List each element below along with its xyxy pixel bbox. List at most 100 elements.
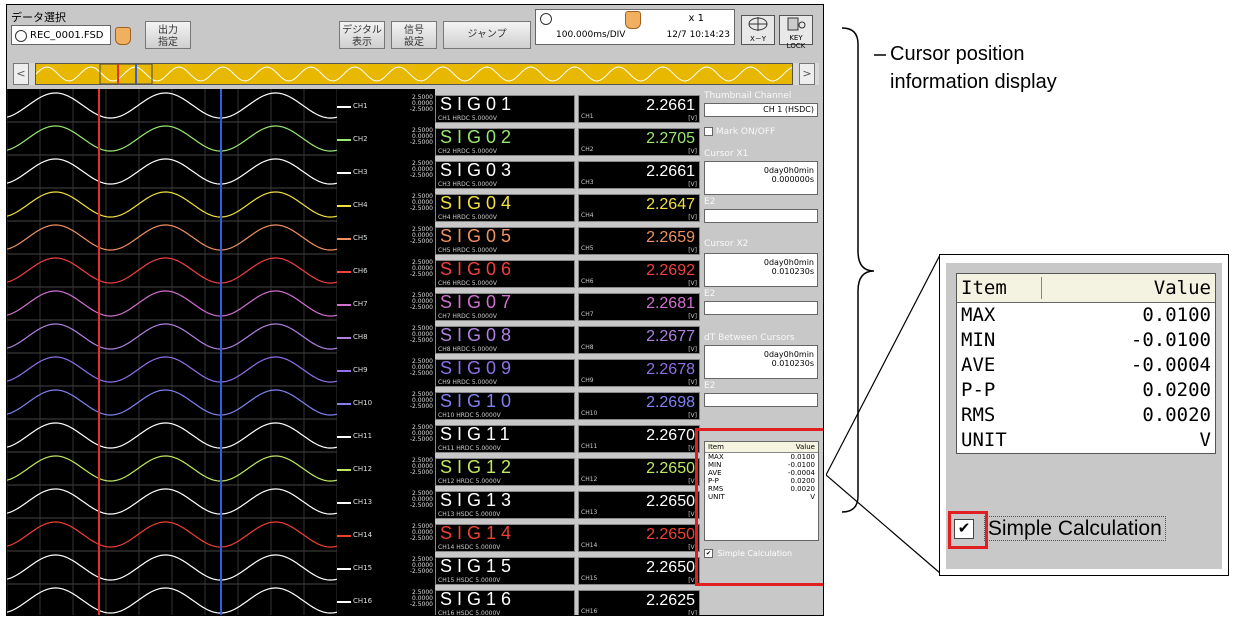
signal-range: CH9 HRDC 5.0000V bbox=[438, 379, 497, 386]
zoom-calc-rows: MAX 0.0100 MIN -0.0100 AVE -0.0004 P-P 0.0200 RM… bbox=[957, 303, 1215, 453]
channel-scale-values: 2.5000 0.0000 -2.5000 bbox=[401, 458, 433, 476]
signal-value-box: 2.2650 CH15 [V] bbox=[578, 557, 700, 585]
channel-scale: CH7 2.5000 0.0000 -2.5000 bbox=[337, 287, 435, 320]
clock-icon bbox=[540, 13, 552, 25]
scale-min: -2.5000 bbox=[409, 469, 433, 476]
channel-label: CH1 bbox=[353, 101, 368, 110]
channel-scale-values: 2.5000 0.0000 -2.5000 bbox=[401, 326, 433, 344]
channel-label: CH6 bbox=[353, 266, 368, 275]
thumbnail-channel-select[interactable]: CH 1 (HSDC) bbox=[704, 103, 818, 117]
signal-name: SIG06 bbox=[440, 259, 517, 279]
zoom-calc-row: UNIT V bbox=[957, 428, 1215, 453]
signal-name: SIG10 bbox=[440, 391, 517, 411]
signal-range: CH5 HRDC 5.0000V bbox=[438, 247, 497, 254]
scroll-left-button[interactable]: < bbox=[13, 63, 29, 85]
channel-marker bbox=[337, 237, 351, 240]
scale-min: -2.5000 bbox=[409, 403, 433, 410]
signal-name-box[interactable]: SIG02 CH2 HRDC 5.0000V bbox=[435, 127, 575, 156]
zoom-calc-row: MAX 0.0100 bbox=[957, 303, 1215, 328]
signal-name-box[interactable]: SIG09 CH9 HRDC 5.0000V bbox=[435, 358, 575, 387]
zoom-calc-item: UNIT bbox=[961, 429, 1007, 451]
dt-e2-box bbox=[704, 393, 818, 407]
channel-scale: CH3 2.5000 0.0000 -2.5000 bbox=[337, 155, 435, 188]
scale-min: -2.5000 bbox=[409, 337, 433, 344]
signal-name-box[interactable]: SIG05 CH5 HRDC 5.0000V bbox=[435, 226, 575, 255]
signal-value: 2.2692 bbox=[646, 262, 695, 279]
overview-waveform bbox=[35, 63, 793, 85]
signal-unit: [V] bbox=[688, 247, 697, 254]
annotation-text: Cursor position information display bbox=[890, 40, 1057, 96]
signal-value: 2.2659 bbox=[646, 229, 695, 246]
signal-name: SIG14 bbox=[440, 523, 517, 543]
channel-scale: CH15 2.5000 0.0000 -2.5000 bbox=[337, 551, 435, 584]
signal-unit: [V] bbox=[688, 379, 697, 386]
signal-name-box[interactable]: SIG12 CH12 HRDC 5.0000V bbox=[435, 457, 575, 486]
channel-scale-values: 2.5000 0.0000 -2.5000 bbox=[401, 359, 433, 377]
channel-scale: CH1 2.5000 0.0000 -2.5000 bbox=[337, 89, 435, 122]
signal-name-box[interactable]: SIG13 CH13 HSDC 5.0000V bbox=[435, 490, 575, 519]
signal-name-box[interactable]: SIG11 CH11 HRDC 5.0000V bbox=[435, 424, 575, 453]
signal-name-box[interactable]: SIG06 CH6 HRDC 5.0000V bbox=[435, 259, 575, 288]
overview-track[interactable] bbox=[35, 63, 793, 85]
scale-min: -2.5000 bbox=[409, 172, 433, 179]
hand-icon[interactable] bbox=[115, 27, 131, 45]
channel-label: CH5 bbox=[353, 233, 368, 242]
signal-name-box[interactable]: SIG03 CH3 HRDC 5.0000V bbox=[435, 160, 575, 189]
key-lock-button[interactable]: KEY LOCK bbox=[779, 15, 813, 50]
channel-label: CH9 bbox=[353, 365, 368, 374]
channel-label: CH11 bbox=[353, 431, 373, 440]
signal-name-box[interactable]: SIG14 CH14 HSDC 5.0000V bbox=[435, 523, 575, 552]
signal-name-box[interactable]: SIG01 CH1 HRDC 5.0000V bbox=[435, 94, 575, 123]
signal-channel: CH3 bbox=[581, 179, 594, 186]
recorder-screen: データ選択 REC_0001.FSD 出力 指定 デジタル 表示 信号 設定 ジ… bbox=[6, 4, 824, 616]
signal-value: 2.2670 bbox=[646, 427, 695, 444]
time-div: 100.000ms/DIV bbox=[556, 30, 626, 40]
channel-scale: CH14 2.5000 0.0000 -2.5000 bbox=[337, 518, 435, 551]
signal-value-box: 2.2647 CH4 [V] bbox=[578, 194, 700, 222]
signal-value: 2.2650 bbox=[646, 460, 695, 477]
signal-name-box[interactable]: SIG07 CH7 HRDC 5.0000V bbox=[435, 292, 575, 321]
signal-channel: CH16 bbox=[581, 608, 598, 615]
digital-display-button[interactable]: デジタル 表示 bbox=[339, 21, 385, 49]
file-select-field[interactable]: REC_0001.FSD bbox=[11, 25, 111, 45]
thumbnail-channel-label: Thumbnail Channel bbox=[704, 91, 792, 101]
jump-button[interactable]: ジャンプ bbox=[443, 21, 531, 49]
channel-scale: CH16 2.5000 0.0000 -2.5000 bbox=[337, 584, 435, 615]
zoom-calc-item: MIN bbox=[961, 329, 996, 351]
zoom-calc-value: -0.0100 bbox=[1130, 329, 1211, 351]
scale-min: -2.5000 bbox=[409, 502, 433, 509]
signal-value-box: 2.2650 CH13 [V] bbox=[578, 491, 700, 519]
signal-settings-button[interactable]: 信号 設定 bbox=[391, 21, 437, 49]
mark-toggle[interactable]: Mark ON/OFF bbox=[704, 127, 775, 137]
signal-channel: CH9 bbox=[581, 377, 594, 384]
zoom-calc-value: V bbox=[1199, 429, 1211, 451]
channel-marker bbox=[337, 138, 351, 141]
xy-display-button[interactable]: X－Y bbox=[741, 15, 775, 45]
zoom-calc-value: -0.0004 bbox=[1130, 354, 1211, 376]
signal-range: CH2 HRDC 5.0000V bbox=[438, 148, 497, 155]
signal-name-box[interactable]: SIG10 CH10 HRDC 5.0000V bbox=[435, 391, 575, 420]
signal-name: SIG15 bbox=[440, 556, 517, 576]
signal-name-box[interactable]: SIG15 CH15 HSDC 5.0000V bbox=[435, 556, 575, 585]
mark-checkbox[interactable] bbox=[704, 127, 713, 136]
signal-name: SIG05 bbox=[440, 226, 517, 246]
output-settings-button[interactable]: 出力 指定 bbox=[145, 21, 191, 49]
signal-name-box[interactable]: SIG08 CH8 HRDC 5.0000V bbox=[435, 325, 575, 354]
channel-scale-values: 2.5000 0.0000 -2.5000 bbox=[401, 161, 433, 179]
zoom-calc-item: MAX bbox=[961, 304, 996, 326]
zoom-callout: Item Value MAX 0.0100 MIN -0.0100 AVE -0.0004… bbox=[939, 254, 1229, 576]
overview-strip[interactable]: < > bbox=[13, 63, 819, 85]
overview-viewport[interactable] bbox=[99, 63, 153, 85]
signal-name-box[interactable]: SIG04 CH4 HRDC 5.0000V bbox=[435, 193, 575, 222]
signal-name: SIG07 bbox=[440, 292, 517, 312]
signal-value: 2.2661 bbox=[646, 163, 695, 180]
channel-scale: CH10 2.5000 0.0000 -2.5000 bbox=[337, 386, 435, 419]
signal-range: CH12 HRDC 5.0000V bbox=[438, 478, 501, 485]
signal-unit: [V] bbox=[688, 412, 697, 419]
zoom-calc-value: 0.0020 bbox=[1142, 404, 1211, 426]
signal-value: 2.2647 bbox=[646, 196, 695, 213]
signal-name-box[interactable]: SIG16 CH16 HSDC 5.0000V bbox=[435, 589, 575, 615]
hand-icon[interactable] bbox=[625, 11, 641, 29]
channel-label: CH13 bbox=[353, 497, 373, 506]
scroll-right-button[interactable]: > bbox=[799, 63, 815, 85]
